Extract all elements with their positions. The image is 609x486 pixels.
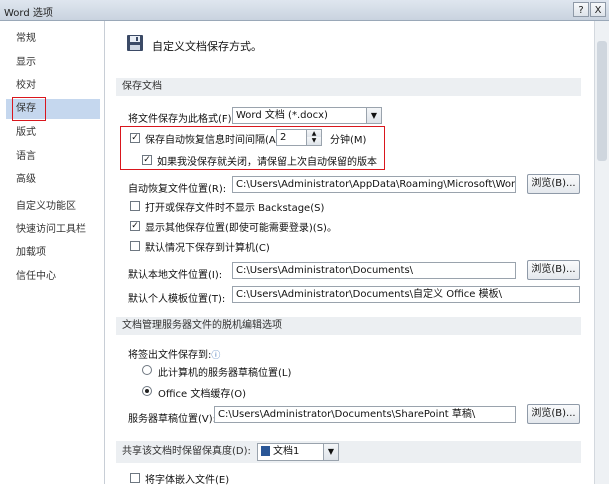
sidebar-item-trust-center[interactable]: 信任中心: [6, 267, 100, 287]
sidebar-item-addins[interactable]: 加载项: [6, 243, 100, 263]
chevron-down-icon[interactable]: ▼: [323, 444, 338, 460]
default-local-input[interactable]: C:\Users\Administrator\Documents\: [232, 262, 516, 279]
page-title: 自定义文档保存方式。: [152, 40, 262, 53]
sidebar-item-quick-access[interactable]: 快速访问工具栏: [6, 220, 100, 240]
keep-last-version-label: 如果我没保存就关闭，请保留上次自动保留的版本: [157, 157, 377, 168]
sidebar-item-advanced[interactable]: 高级: [6, 170, 100, 190]
highlight-box-save: [12, 97, 46, 121]
spin-up-icon[interactable]: ▲: [306, 130, 321, 137]
server-drafts-input[interactable]: C:\Users\Administrator\Documents\SharePo…: [214, 406, 516, 423]
autorecover-checkbox[interactable]: ✓: [130, 133, 140, 143]
spin-down-icon[interactable]: ▼: [306, 137, 321, 145]
radio-office-cache-label: Office 文档缓存(O): [158, 389, 247, 400]
sidebar-item-layout[interactable]: 版式: [6, 123, 100, 143]
chevron-down-icon[interactable]: ▼: [366, 108, 381, 123]
show-additional-places-checkbox[interactable]: ✓: [130, 221, 140, 231]
section-offline-editing: 文档管理服务器文件的脱机编辑选项: [116, 317, 581, 335]
radio-server-drafts[interactable]: [142, 365, 152, 375]
sidebar: 常规 显示 校对 保存 版式 语言 高级 自定义功能区 快速访问工具栏 加载项 …: [0, 21, 105, 484]
minutes-label: 分钟(M): [330, 135, 367, 146]
sidebar-item-proofing[interactable]: 校对: [6, 76, 100, 96]
title-bar: Word 选项 ? X: [0, 0, 609, 21]
personal-template-label: 默认个人模板位置(T):: [128, 294, 226, 305]
fidelity-doc-select[interactable]: 文档1 ▼: [257, 443, 339, 461]
format-label: 将文件保存为此格式(F):: [128, 114, 235, 125]
sidebar-item-customize-ribbon[interactable]: 自定义功能区: [6, 197, 100, 217]
default-local-browse-button[interactable]: 浏览(B)...: [527, 260, 580, 280]
save-to-computer-label: 默认情况下保存到计算机(C): [145, 243, 270, 254]
autorecover-interval-input[interactable]: 2 ▲ ▼: [276, 129, 322, 146]
no-backstage-checkbox[interactable]: [130, 201, 140, 211]
server-drafts-label: 服务器草稿位置(V):: [128, 414, 217, 425]
close-button[interactable]: X: [590, 2, 606, 17]
save-to-computer-checkbox[interactable]: [130, 241, 140, 251]
sidebar-item-language[interactable]: 语言: [6, 147, 100, 167]
help-button[interactable]: ?: [573, 2, 589, 17]
word-doc-icon: [261, 446, 270, 456]
keep-last-version-checkbox[interactable]: ✓: [142, 155, 152, 165]
fidelity-doc-value: 文档1: [273, 446, 300, 457]
embed-fonts-checkbox[interactable]: [130, 473, 140, 483]
autorecover-browse-button[interactable]: 浏览(B)...: [527, 174, 580, 194]
save-floppy-icon: [126, 34, 144, 52]
autorecover-interval-value: 2: [280, 132, 287, 143]
radio-office-cache[interactable]: [142, 386, 152, 396]
format-select-value: Word 文档 (*.docx): [236, 110, 328, 121]
autorecover-label: 保存自动恢复信息时间间隔(A): [145, 135, 280, 146]
server-drafts-browse-button[interactable]: 浏览(B)...: [527, 404, 580, 424]
fidelity-label: 共享该文档时保留保真度(D):: [122, 446, 251, 457]
show-additional-places-label: 显示其他保存位置(即使可能需要登录)(S)。: [145, 223, 337, 234]
section-fidelity: 共享该文档时保留保真度(D):: [116, 441, 581, 463]
window-title: Word 选项: [4, 8, 53, 19]
info-icon: ⓘ: [211, 351, 221, 361]
format-select[interactable]: Word 文档 (*.docx) ▼: [232, 107, 382, 124]
scrollbar-thumb[interactable]: [597, 41, 607, 161]
autorecover-path-label: 自动恢复文件位置(R):: [128, 184, 227, 195]
save-checkout-label: 将签出文件保存到:ⓘ: [128, 346, 220, 361]
radio-server-drafts-label: 此计算机的服务器草稿位置(L): [158, 368, 292, 379]
default-local-label: 默认本地文件位置(I):: [128, 270, 223, 281]
sidebar-item-general[interactable]: 常规: [6, 29, 100, 49]
personal-template-input[interactable]: C:\Users\Administrator\Documents\自定义 Off…: [232, 286, 580, 303]
autorecover-path-input[interactable]: C:\Users\Administrator\AppData\Roaming\M…: [232, 176, 516, 193]
section-save-documents: 保存文档: [116, 78, 581, 96]
scrollbar[interactable]: [594, 21, 609, 484]
save-checkout-text: 将签出文件保存到:: [128, 350, 212, 361]
sidebar-item-display[interactable]: 显示: [6, 53, 100, 73]
no-backstage-label: 打开或保存文件时不显示 Backstage(S): [145, 203, 325, 214]
